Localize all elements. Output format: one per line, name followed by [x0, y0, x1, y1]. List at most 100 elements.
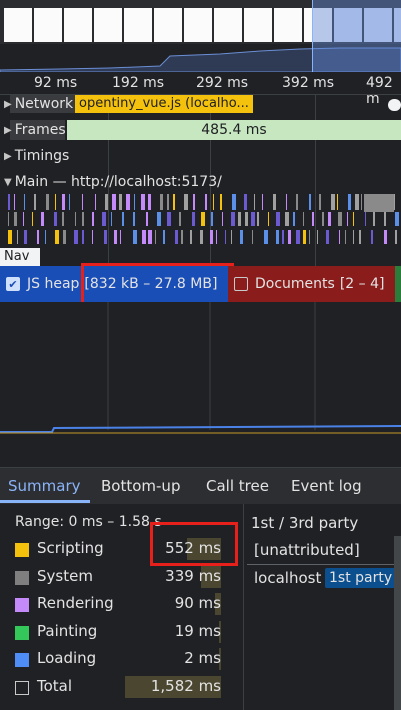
flame-slice[interactable]	[167, 194, 169, 210]
flame-slice[interactable]	[293, 212, 295, 226]
flame-slice[interactable]	[244, 194, 247, 210]
flame-slice[interactable]	[384, 212, 386, 226]
filmstrip-frame[interactable]	[124, 8, 152, 42]
flame-slice[interactable]	[394, 194, 395, 210]
flame-slice[interactable]	[326, 230, 329, 244]
js-heap-checkbox[interactable]: ✔	[6, 277, 20, 291]
flame-slice[interactable]	[339, 230, 340, 244]
flame-slice[interactable]	[395, 212, 399, 226]
flame-slice[interactable]	[24, 194, 25, 210]
flame-slice[interactable]	[148, 230, 152, 244]
flame-slice[interactable]	[24, 230, 27, 244]
flame-slice[interactable]	[252, 230, 253, 244]
flame-slice[interactable]	[222, 212, 223, 226]
flame-slice[interactable]	[63, 230, 66, 244]
flame-slice[interactable]	[46, 194, 49, 210]
flame-slice[interactable]	[155, 230, 156, 244]
filmstrip-frame[interactable]	[244, 8, 272, 42]
frames-track-header[interactable]: ▶ Frames	[0, 119, 66, 141]
flame-slice[interactable]	[384, 230, 387, 244]
flame-slice[interactable]	[216, 230, 217, 244]
scrollbar[interactable]	[394, 536, 401, 710]
flame-slice[interactable]	[157, 212, 161, 226]
flame-slice[interactable]	[205, 194, 207, 210]
flame-slice[interactable]	[232, 194, 236, 210]
flame-slice[interactable]	[55, 230, 59, 244]
flame-slice[interactable]	[134, 194, 135, 210]
flame-slice[interactable]	[303, 230, 306, 244]
flame-slice[interactable]	[245, 212, 248, 226]
flame-slice[interactable]	[122, 212, 124, 226]
filmstrip-frame[interactable]	[274, 8, 302, 42]
flame-slice[interactable]	[285, 212, 289, 226]
flame-slice[interactable]	[126, 194, 130, 210]
flame-slice[interactable]	[361, 194, 362, 210]
flame-slice[interactable]	[62, 212, 64, 226]
filmstrip-frame[interactable]	[34, 8, 62, 42]
filmstrip-frame[interactable]	[94, 8, 122, 42]
flame-slice[interactable]	[348, 194, 351, 210]
flame-slice[interactable]	[240, 230, 243, 244]
flame-slice[interactable]	[262, 194, 263, 210]
flame-slice[interactable]	[213, 194, 214, 210]
flame-slice[interactable]	[179, 212, 181, 226]
expand-triangle-icon[interactable]: ▶	[4, 151, 12, 162]
flame-slice[interactable]	[82, 194, 83, 210]
flame-slice[interactable]	[192, 212, 195, 226]
flame-slice[interactable]	[286, 194, 287, 210]
flame-slice[interactable]	[92, 212, 94, 226]
flame-slice[interactable]	[69, 194, 70, 210]
network-request-bar[interactable]: opentiny_vue.js (localho...	[75, 95, 253, 113]
flame-slice[interactable]	[200, 230, 203, 244]
flame-slice[interactable]	[175, 230, 178, 244]
nav-track-label[interactable]: Nav	[0, 248, 40, 266]
flame-slice[interactable]	[163, 230, 165, 244]
flame-slice[interactable]	[254, 194, 255, 210]
network-track-header[interactable]: ▶ Network	[0, 93, 73, 115]
flame-slice[interactable]	[23, 212, 24, 226]
flame-slice[interactable]	[102, 212, 106, 226]
flame-slice[interactable]	[364, 194, 394, 212]
flame-slice[interactable]	[141, 194, 145, 210]
flame-slice[interactable]	[32, 212, 33, 226]
expand-triangle-icon[interactable]: ▶	[4, 99, 12, 110]
flame-slice[interactable]	[359, 230, 361, 244]
frame-bar[interactable]: 485.4 ms	[67, 120, 401, 140]
flame-slice[interactable]	[371, 230, 373, 244]
flame-slice[interactable]	[104, 230, 107, 244]
flame-slice[interactable]	[309, 194, 311, 210]
flame-slice[interactable]	[112, 194, 116, 210]
flame-slice[interactable]	[395, 230, 397, 244]
flame-slice[interactable]	[37, 230, 39, 244]
flame-slice[interactable]	[148, 194, 151, 210]
filmstrip-frame[interactable]	[214, 8, 242, 42]
flame-slice[interactable]	[190, 230, 192, 244]
flame-slice[interactable]	[92, 230, 93, 244]
filmstrip-frame[interactable]	[154, 8, 182, 42]
flame-slice[interactable]	[312, 212, 314, 226]
flame-slice[interactable]	[365, 212, 366, 226]
flame-slice[interactable]	[8, 230, 12, 244]
flame-slice[interactable]	[17, 230, 18, 244]
flame-slice[interactable]	[210, 230, 213, 244]
expand-triangle-icon[interactable]: ▶	[4, 125, 12, 136]
flame-slice[interactable]	[353, 212, 354, 226]
flame-slice[interactable]	[238, 212, 241, 226]
flame-slice[interactable]	[331, 194, 335, 210]
flame-slice[interactable]	[220, 194, 222, 210]
flame-slice[interactable]	[282, 230, 284, 244]
flame-slice[interactable]	[105, 194, 108, 210]
flame-slice[interactable]	[231, 230, 232, 244]
flame-slice[interactable]	[296, 230, 300, 244]
flame-slice[interactable]	[133, 212, 135, 226]
timings-track-header[interactable]: ▶ Timings	[0, 145, 69, 167]
flame-slice[interactable]	[276, 212, 280, 226]
flame-slice[interactable]	[273, 194, 276, 210]
flame-slice[interactable]	[160, 194, 163, 210]
flame-slice[interactable]	[345, 230, 346, 244]
documents-counter[interactable]: Documents [2 – 4]	[228, 266, 395, 302]
flame-slice[interactable]	[201, 212, 205, 226]
flame-slice[interactable]	[74, 230, 78, 244]
flame-slice[interactable]	[62, 194, 65, 210]
tab-bottom-up[interactable]: Bottom-up	[101, 468, 180, 504]
